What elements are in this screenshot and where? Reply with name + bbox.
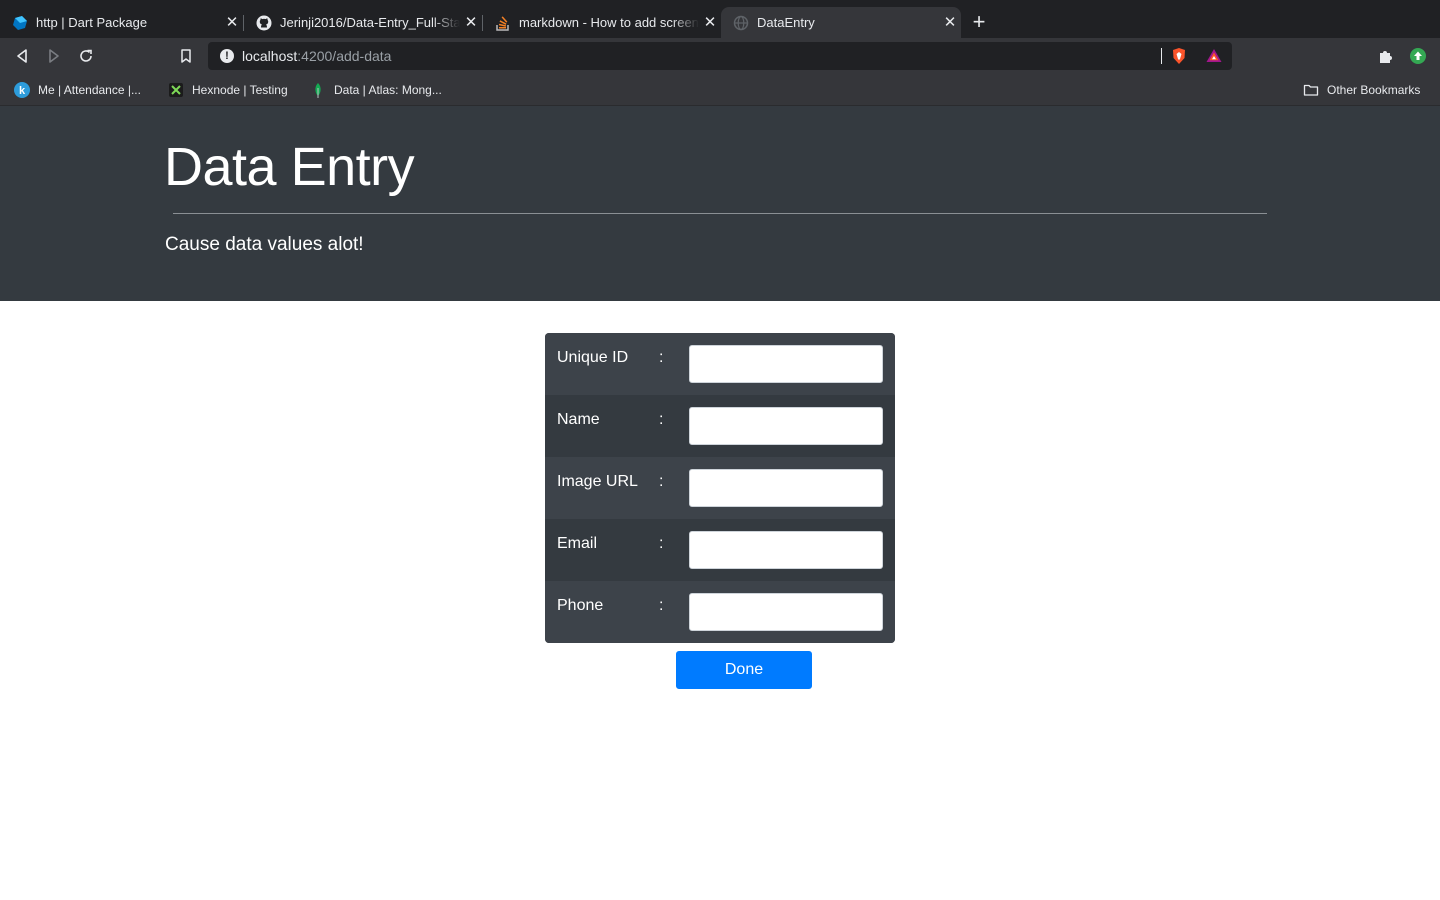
url-text[interactable]: localhost:4200/add-data — [242, 48, 391, 64]
other-bookmarks[interactable]: Other Bookmarks — [1303, 81, 1420, 99]
form-row-email: Email : — [545, 519, 895, 581]
colon-separator: : — [659, 535, 664, 552]
header-jumbotron: Data Entry Cause data values alot! — [0, 106, 1440, 301]
other-bookmarks-label: Other Bookmarks — [1327, 83, 1421, 97]
tab-stackoverflow[interactable]: markdown - How to add screenshots ✕ — [483, 7, 721, 38]
name-input[interactable] — [689, 407, 883, 445]
bookmark-label: Me | Attendance |... — [38, 83, 141, 97]
update-icon — [1410, 48, 1426, 64]
folder-icon — [1303, 82, 1319, 98]
page-title: Data Entry — [164, 137, 415, 197]
reload-button[interactable] — [72, 42, 100, 70]
bookmarks-bar: k Me | Attendance |... Hexnode | Testing… — [0, 74, 1440, 106]
extensions-button[interactable] — [1372, 42, 1400, 70]
close-icon[interactable]: ✕ — [460, 12, 482, 34]
form-row-image-url: Image URL : — [545, 457, 895, 519]
brave-shield-icon[interactable] — [1169, 46, 1189, 66]
tab-title: DataEntry — [757, 15, 815, 30]
unique-id-label: Unique ID — [557, 349, 629, 366]
close-icon[interactable]: ✕ — [221, 12, 243, 34]
form-row-phone: Phone : — [545, 581, 895, 643]
data-entry-form: Unique ID : Name : Image URL : Email : P… — [545, 333, 895, 643]
close-icon[interactable]: ✕ — [699, 12, 721, 34]
phone-label: Phone — [557, 597, 604, 614]
phone-input[interactable] — [689, 593, 883, 631]
puzzle-icon — [1380, 51, 1392, 63]
globe-icon — [733, 15, 749, 31]
tab-dataentry[interactable]: DataEntry ✕ — [721, 7, 961, 38]
tab-title: http | Dart Package — [36, 15, 148, 30]
hexnode-icon — [168, 82, 184, 98]
url-host: localhost — [242, 48, 298, 64]
name-label: Name — [557, 411, 600, 428]
done-button[interactable]: Done — [676, 651, 812, 689]
github-icon — [256, 15, 272, 31]
bookmark-label: Data | Atlas: Mong... — [334, 83, 442, 97]
forward-button[interactable] — [40, 42, 68, 70]
bookmark-atlas[interactable]: Data | Atlas: Mong... — [310, 81, 442, 99]
tab-github[interactable]: Jerinji2016/Data-Entry_Full-Stack ✕ — [244, 7, 482, 38]
brave-rewards-icon[interactable] — [1204, 46, 1224, 66]
info-icon[interactable]: ! — [220, 49, 234, 63]
image-url-label: Image URL — [557, 473, 638, 490]
profile-update-button[interactable] — [1404, 42, 1432, 70]
bookmark-hexnode[interactable]: Hexnode | Testing — [168, 81, 288, 99]
email-input[interactable] — [689, 531, 883, 569]
image-url-input[interactable] — [689, 469, 883, 507]
new-tab-button[interactable]: + — [967, 10, 991, 34]
bookmark-label: Hexnode | Testing — [192, 83, 288, 97]
k-icon: k — [14, 82, 30, 98]
back-icon — [17, 49, 27, 63]
url-path: :4200/add-data — [297, 48, 392, 64]
unique-id-input[interactable] — [689, 345, 883, 383]
dart-icon — [12, 15, 28, 31]
omnibox-divider — [1161, 48, 1162, 64]
tab-strip: http | Dart Package ✕ Jerinji2016/Data-E… — [0, 0, 1440, 38]
colon-separator: : — [659, 597, 664, 614]
browser-toolbar: ! localhost:4200/add-data — [0, 38, 1440, 74]
email-label: Email — [557, 535, 598, 552]
bookmark-icon — [181, 49, 191, 63]
close-icon[interactable]: ✕ — [939, 12, 961, 34]
leaf-icon — [310, 82, 326, 98]
bookmark-attendance[interactable]: k Me | Attendance |... — [14, 81, 141, 99]
tab-title: Jerinji2016/Data-Entry_Full-Stack — [280, 15, 460, 30]
stackoverflow-icon — [495, 15, 511, 31]
tab-title: markdown - How to add screenshots — [519, 15, 699, 30]
colon-separator: : — [659, 349, 664, 366]
bookmark-button[interactable] — [172, 42, 200, 70]
header-divider — [173, 213, 1267, 214]
colon-separator: : — [659, 411, 664, 428]
colon-separator: : — [659, 473, 664, 490]
page-subtitle: Cause data values alot! — [165, 234, 364, 255]
form-row-unique-id: Unique ID : — [545, 333, 895, 395]
tab-dart-package[interactable]: http | Dart Package ✕ — [0, 7, 243, 38]
form-row-name: Name : — [545, 395, 895, 457]
reload-icon — [80, 49, 92, 62]
back-button[interactable] — [8, 42, 36, 70]
forward-icon — [49, 49, 59, 63]
address-bar[interactable]: ! localhost:4200/add-data — [208, 42, 1232, 70]
svg-text:k: k — [19, 85, 26, 97]
